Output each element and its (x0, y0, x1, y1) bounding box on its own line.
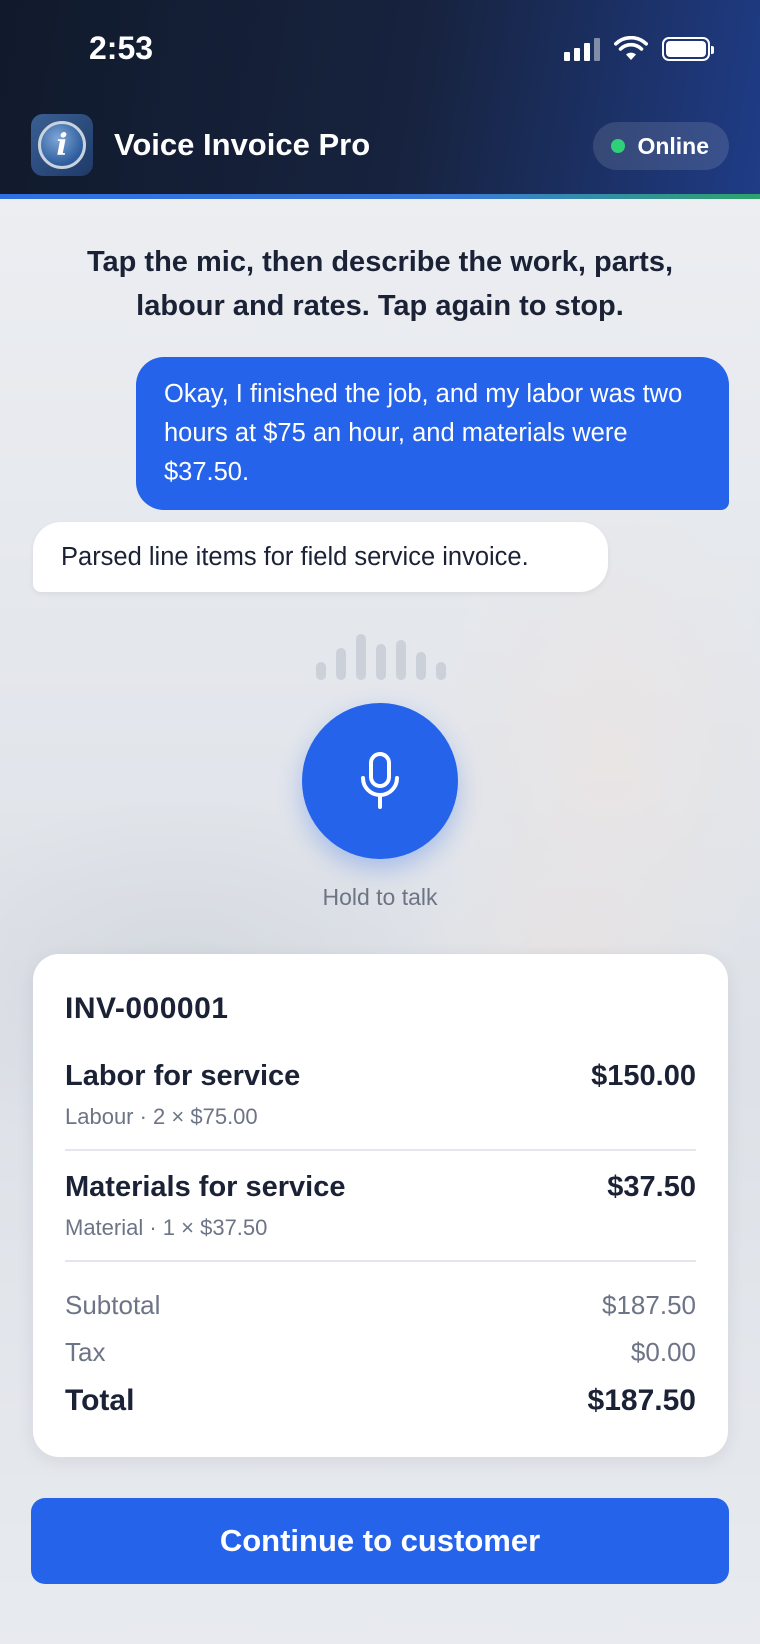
online-status-label: Online (637, 132, 709, 159)
battery-icon (662, 37, 714, 61)
online-status-badge: Online (593, 122, 729, 170)
tax-value: $0.00 (630, 1337, 696, 1367)
hold-to-talk-label: Hold to talk (322, 884, 438, 910)
subtotal-value: $187.50 (602, 1290, 696, 1320)
app-title: Voice Invoice Pro (114, 127, 371, 162)
invoice-number: INV-000001 (65, 992, 229, 1025)
total-row: Total $187.50 (65, 1384, 696, 1418)
app-header: 2:53 i Voice Invoice Pro Online (0, 0, 760, 194)
line-item-meta: Labour · 2 × $75.00 (65, 1104, 258, 1129)
subtotal-row: Subtotal $187.50 (65, 1290, 696, 1321)
microphone-icon (361, 752, 399, 809)
line-item-name: Labor for service (65, 1060, 301, 1092)
mic-button[interactable] (302, 703, 458, 859)
line-item-meta: Material · 1 × $37.50 (65, 1215, 268, 1240)
total-value: $187.50 (587, 1384, 696, 1417)
assistant-message-bubble: Parsed line items for field service invo… (33, 522, 608, 592)
audio-waveform (316, 632, 446, 680)
header-accent-divider (0, 194, 760, 199)
status-time: 2:53 (89, 30, 154, 66)
divider (65, 1260, 696, 1262)
line-item-amount: $150.00 (591, 1060, 696, 1092)
continue-to-customer-button[interactable]: Continue to customer (31, 1498, 729, 1584)
line-item-name: Materials for service (65, 1171, 346, 1203)
total-label: Total (65, 1384, 135, 1417)
status-icons (564, 36, 714, 62)
divider (65, 1149, 696, 1151)
online-dot-icon (611, 139, 626, 153)
subtotal-label: Subtotal (65, 1290, 161, 1320)
tax-row: Tax $0.00 (65, 1337, 696, 1368)
assistant-message-text: Parsed line items for field service invo… (61, 542, 529, 571)
wifi-icon (614, 36, 648, 60)
tax-label: Tax (65, 1337, 106, 1367)
instruction-text: Tap the mic, then describe the work, par… (86, 246, 674, 322)
info-icon: i (38, 121, 86, 169)
app-logo: i (31, 114, 93, 176)
invoice-card: INV-000001 Labor for service $150.00 Lab… (33, 954, 728, 1457)
user-message-bubble: Okay, I finished the job, and my labor w… (136, 357, 729, 510)
line-item-amount: $37.50 (607, 1171, 696, 1203)
cellular-signal-icon (564, 37, 600, 61)
